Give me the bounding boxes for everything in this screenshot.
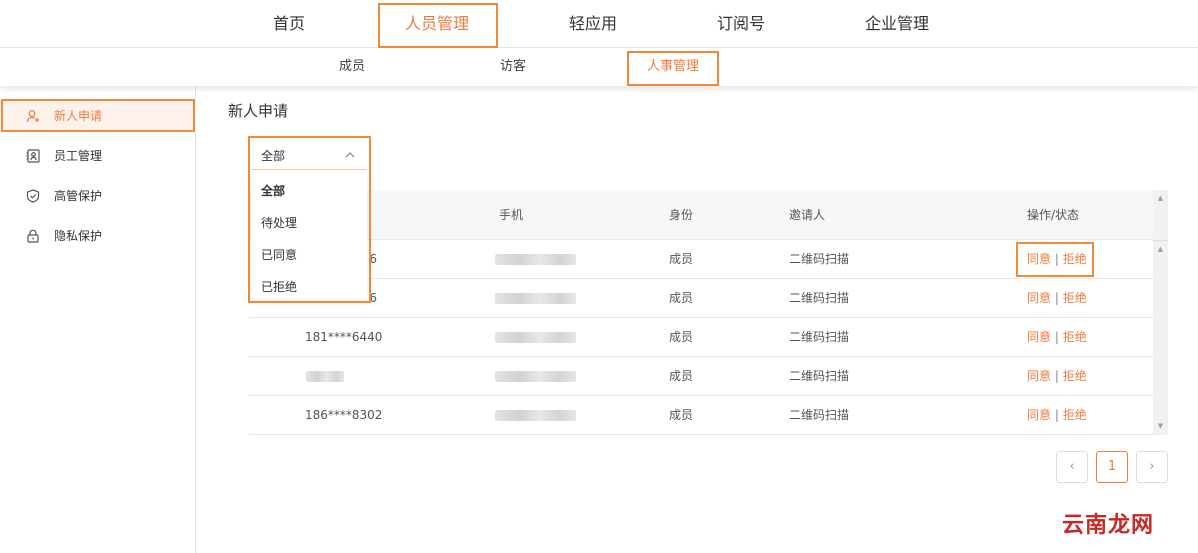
pagination-next-button[interactable]: ›	[1136, 451, 1168, 483]
name-blurred	[306, 371, 344, 382]
action-separator: |	[1054, 369, 1059, 383]
agree-link[interactable]: 同意	[1027, 252, 1051, 266]
sub-nav: 成员 访客 人事管理	[0, 48, 1198, 86]
chevron-up-icon	[345, 152, 355, 158]
agree-link[interactable]: 同意	[1027, 408, 1051, 422]
status-filter-value: 全部	[261, 149, 286, 163]
reject-link[interactable]: 拒绝	[1063, 408, 1087, 422]
filter-option-agreed[interactable]: 已同意	[251, 239, 367, 271]
action-separator: |	[1054, 252, 1059, 266]
shield-icon	[26, 189, 40, 203]
identity-cell: 成员	[669, 291, 694, 305]
column-header-inviter: 邀请人	[789, 208, 826, 222]
action-separator: |	[1054, 408, 1059, 422]
pagination-page-1[interactable]: 1	[1096, 451, 1128, 483]
page-title: 新人申请	[228, 102, 289, 120]
table-row: 181****6440 成员 二维码扫描 同意 | 拒绝	[249, 318, 1153, 357]
action-cell: 同意 | 拒绝	[1027, 240, 1087, 279]
name-cell: 181****6440	[305, 330, 383, 344]
reject-link[interactable]: 拒绝	[1063, 291, 1087, 305]
nav-light-apps[interactable]: 轻应用	[553, 0, 633, 48]
action-cell: 同意 | 拒绝	[1027, 357, 1087, 396]
column-header-identity: 身份	[669, 208, 694, 222]
phone-blurred	[495, 293, 576, 304]
identity-cell: 成员	[669, 408, 694, 422]
scroll-down-arrow-icon[interactable]: ▼	[1156, 422, 1165, 431]
filter-option-rejected[interactable]: 已拒绝	[251, 271, 367, 303]
identity-cell: 成员	[669, 369, 694, 383]
nav-enterprise-management[interactable]: 企业管理	[857, 0, 937, 48]
phone-blurred	[495, 371, 576, 382]
agree-link[interactable]: 同意	[1027, 369, 1051, 383]
table-row: 6 成员 二维码扫描 同意 | 拒绝	[249, 240, 1153, 279]
sidebar-item-label: 高管保护	[54, 189, 103, 203]
phone-blurred	[495, 332, 576, 343]
top-nav: 首页 人员管理 轻应用 订阅号 企业管理	[0, 0, 1198, 48]
sidebar-item-label: 隐私保护	[54, 229, 103, 243]
name-cell: 186****8302	[305, 408, 383, 422]
applications-table: 手机 身份 邀请人 操作/状态 6 成员 二维码扫描 同意 | 拒绝 6 成员 …	[249, 190, 1153, 435]
nav-subscriptions[interactable]: 订阅号	[701, 0, 781, 48]
table-row: 6 成员 二维码扫描 同意 | 拒绝	[249, 279, 1153, 318]
scroll-up-arrow-icon[interactable]: ▲	[1156, 245, 1165, 254]
column-header-phone: 手机	[499, 208, 524, 222]
scrollbar-divider	[1153, 240, 1168, 241]
subnav-hr-management[interactable]: 人事管理	[636, 48, 710, 86]
id-card-icon	[26, 149, 40, 163]
phone-blurred	[495, 410, 576, 421]
nav-home[interactable]: 首页	[249, 0, 329, 48]
inviter-cell: 二维码扫描	[789, 408, 850, 422]
identity-cell: 成员	[669, 330, 694, 344]
identity-cell: 成员	[669, 252, 694, 266]
sidebar-item-new-applications[interactable]: 新人申请	[0, 100, 196, 132]
sidebar: 新人申请 员工管理 高管保护 隐私保护	[0, 86, 196, 553]
pagination-prev-button[interactable]: ‹	[1056, 451, 1088, 483]
reject-link[interactable]: 拒绝	[1063, 369, 1087, 383]
inviter-cell: 二维码扫描	[789, 291, 850, 305]
filter-option-pending[interactable]: 待处理	[251, 207, 367, 239]
table-scrollbar[interactable]: ▲ ▲ ▼	[1153, 190, 1168, 435]
lock-icon	[27, 229, 39, 243]
scroll-up-arrow-icon[interactable]: ▲	[1156, 194, 1165, 203]
nav-people-management[interactable]: 人员管理	[397, 0, 477, 48]
table-header: 手机 身份 邀请人 操作/状态	[249, 190, 1153, 240]
action-separator: |	[1054, 291, 1059, 305]
action-cell: 同意 | 拒绝	[1027, 279, 1087, 318]
phone-blurred	[495, 254, 576, 265]
action-separator: |	[1054, 330, 1059, 344]
status-filter-dropdown: 全部 待处理 已同意 已拒绝	[251, 172, 367, 300]
sidebar-item-label: 员工管理	[54, 149, 103, 163]
filter-option-all[interactable]: 全部	[251, 175, 367, 207]
watermark-logo: 云南龙网	[1062, 512, 1155, 538]
agree-link[interactable]: 同意	[1027, 291, 1051, 305]
reject-link[interactable]: 拒绝	[1063, 252, 1087, 266]
action-cell: 同意 | 拒绝	[1027, 318, 1087, 357]
sidebar-item-executive-protection[interactable]: 高管保护	[0, 180, 196, 212]
inviter-cell: 二维码扫描	[789, 252, 850, 266]
table-row: 成员 二维码扫描 同意 | 拒绝	[249, 357, 1153, 396]
inviter-cell: 二维码扫描	[789, 369, 850, 383]
reject-link[interactable]: 拒绝	[1063, 330, 1087, 344]
subnav-members[interactable]: 成员	[322, 48, 382, 86]
subnav-visitors[interactable]: 访客	[483, 48, 543, 86]
agree-link[interactable]: 同意	[1027, 330, 1051, 344]
table-row: 186****8302 成员 二维码扫描 同意 | 拒绝	[249, 396, 1153, 435]
column-header-action-status: 操作/状态	[1027, 208, 1080, 222]
sidebar-item-employee-management[interactable]: 员工管理	[0, 140, 196, 172]
sidebar-item-privacy-protection[interactable]: 隐私保护	[0, 220, 196, 252]
action-cell: 同意 | 拒绝	[1027, 396, 1087, 435]
inviter-cell: 二维码扫描	[789, 330, 850, 344]
user-add-icon	[26, 110, 39, 123]
sidebar-item-label: 新人申请	[54, 109, 103, 123]
status-filter-select[interactable]: 全部	[251, 140, 367, 170]
